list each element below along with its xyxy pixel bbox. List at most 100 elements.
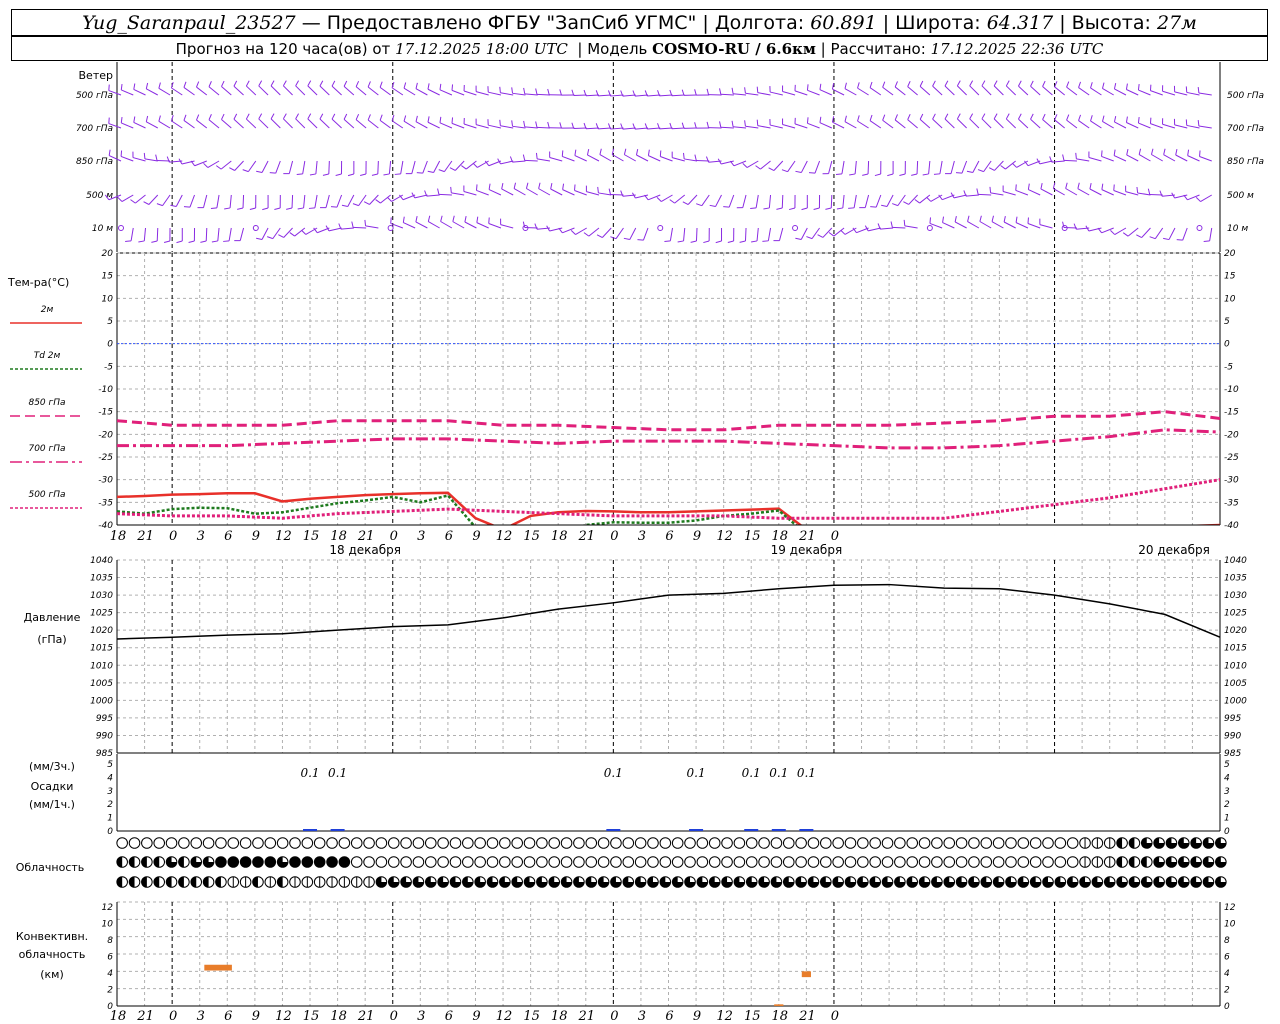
cloud-cover-icon xyxy=(375,837,388,849)
wind-barb-flag xyxy=(488,217,490,224)
cloud-cover-icon xyxy=(622,856,635,868)
wind-barb-flag xyxy=(351,221,354,228)
wind-barb-flag xyxy=(143,201,150,205)
wind-barb-icon xyxy=(778,227,784,241)
wind-barb-icon xyxy=(991,221,1004,229)
pres-unit: (гПа) xyxy=(37,633,66,646)
wind-barb-flag xyxy=(415,82,418,89)
temp-tick-right: -20 xyxy=(1224,430,1239,440)
wind-barb-icon xyxy=(869,120,882,129)
wind-barb-icon xyxy=(328,227,342,232)
wind-barb-icon xyxy=(272,227,281,239)
wind-barb-icon xyxy=(629,227,637,240)
cloud-cover-icon xyxy=(844,837,857,849)
wind-barb-icon xyxy=(957,118,967,129)
wind-barb-icon xyxy=(439,122,453,129)
wind-barb-flag xyxy=(331,80,336,87)
cloud-cover-icon xyxy=(585,837,598,849)
wind-barb-icon xyxy=(942,222,955,229)
cloud-cover-icon xyxy=(412,856,425,868)
wind-barb-icon xyxy=(1065,188,1078,196)
precip-tick-right: 3 xyxy=(1224,787,1230,797)
wind-barb-icon xyxy=(587,154,600,162)
wind-barb-flag xyxy=(756,119,759,126)
wind-barb-flag xyxy=(547,121,550,128)
cloud-cover-icon xyxy=(684,837,696,849)
wind-barb-icon xyxy=(247,160,257,172)
wind-barb-flag xyxy=(706,88,710,95)
time-hour-label: 18 xyxy=(772,529,789,544)
cloud-cover-icon xyxy=(116,837,128,849)
wind-barb-flag xyxy=(151,240,158,243)
wind-barb-flag xyxy=(813,207,820,211)
wind-barb-flag xyxy=(932,113,936,120)
wind-barb-icon xyxy=(882,86,894,96)
temp-legend-label: Td 2м xyxy=(34,351,61,361)
wind-barb-icon xyxy=(1138,122,1151,129)
wind-barb-icon xyxy=(261,160,269,173)
cloud-cover-icon xyxy=(573,837,585,849)
wind-barb-icon xyxy=(1039,160,1053,165)
calm-wind-icon xyxy=(118,225,124,231)
wind-barb-flag xyxy=(681,89,685,96)
wind-barb-icon xyxy=(148,194,159,205)
wind-barb-flag xyxy=(211,240,218,243)
temp-tick-right: -5 xyxy=(1224,362,1233,372)
wind-barb-flag xyxy=(597,186,599,193)
wind-barb-flag xyxy=(523,87,526,94)
cloud-cover-icon xyxy=(350,856,363,868)
wind-barb-flag xyxy=(309,173,316,176)
wind-barb-flag xyxy=(415,115,418,122)
wind-barb-flag xyxy=(608,188,611,195)
wind-barb-icon xyxy=(379,86,391,96)
wind-barb-icon xyxy=(904,225,918,229)
wind-barb-icon xyxy=(234,160,244,171)
wind-barb-icon xyxy=(328,160,330,175)
wind-barb-flag xyxy=(719,121,722,128)
cloud-cover-icon xyxy=(807,856,820,868)
cloud-cover-mark xyxy=(227,856,239,868)
wind-barb-icon xyxy=(379,119,391,129)
wind-barb-flag xyxy=(427,170,434,174)
wind-barb-icon xyxy=(132,157,146,162)
wind-barb-flag xyxy=(176,240,183,244)
wind-level-right: 500 гПа xyxy=(1227,91,1264,101)
temp-tick-left: 15 xyxy=(102,272,114,282)
wind-barb-flag xyxy=(976,188,979,195)
wind-barb-icon xyxy=(868,227,881,232)
wind-barb-icon xyxy=(403,120,416,129)
wind-barb-icon xyxy=(1042,86,1053,96)
time-axis: 18 21 0 3 6 9 12 15 18 21 0 3 6 9 12 15 18 21 0 3 6 9 12 15 18 21… xyxy=(110,524,1220,1024)
cloud-cover-icon xyxy=(820,837,832,849)
wind-barb-flag xyxy=(1012,162,1017,168)
wind-barb-flag xyxy=(955,172,963,174)
cloud-cover-icon xyxy=(437,856,449,868)
wind-barb-flag xyxy=(183,114,187,121)
wind-barb-flag xyxy=(439,83,442,90)
cloud-cover-icon xyxy=(1054,856,1067,868)
wind-barb-flag xyxy=(1042,113,1046,120)
wind-barb-flag xyxy=(1195,197,1201,202)
time-hour-label-bottom: 3 xyxy=(638,1009,646,1024)
wind-barb-flag xyxy=(1066,114,1070,121)
wind-barb-flag xyxy=(208,114,212,120)
cloud-cover-icon xyxy=(832,856,844,868)
wind-barb-icon xyxy=(562,189,575,196)
calm-wind-icon xyxy=(657,225,664,231)
cloud-cover-icon xyxy=(536,837,548,849)
wind-barb-flag xyxy=(188,240,195,244)
wind-barb-icon xyxy=(624,154,636,162)
cloud-cover-icon xyxy=(807,837,820,849)
temp-tick-right: -15 xyxy=(1224,408,1239,418)
pres-tick-left: 995 xyxy=(96,714,113,724)
wind-barb-flag xyxy=(256,170,263,174)
wind-barb-icon xyxy=(347,194,355,207)
wind-barb-icon xyxy=(611,154,624,162)
wind-barb-icon xyxy=(463,191,477,196)
wind-barb-flag xyxy=(635,149,639,156)
wind-barb-icon xyxy=(981,118,992,129)
wind-barb-icon xyxy=(715,194,722,207)
wind-barb-icon xyxy=(1028,189,1041,196)
precip-tick-left: 2 xyxy=(107,800,113,810)
wind-barb-flag xyxy=(776,207,783,210)
